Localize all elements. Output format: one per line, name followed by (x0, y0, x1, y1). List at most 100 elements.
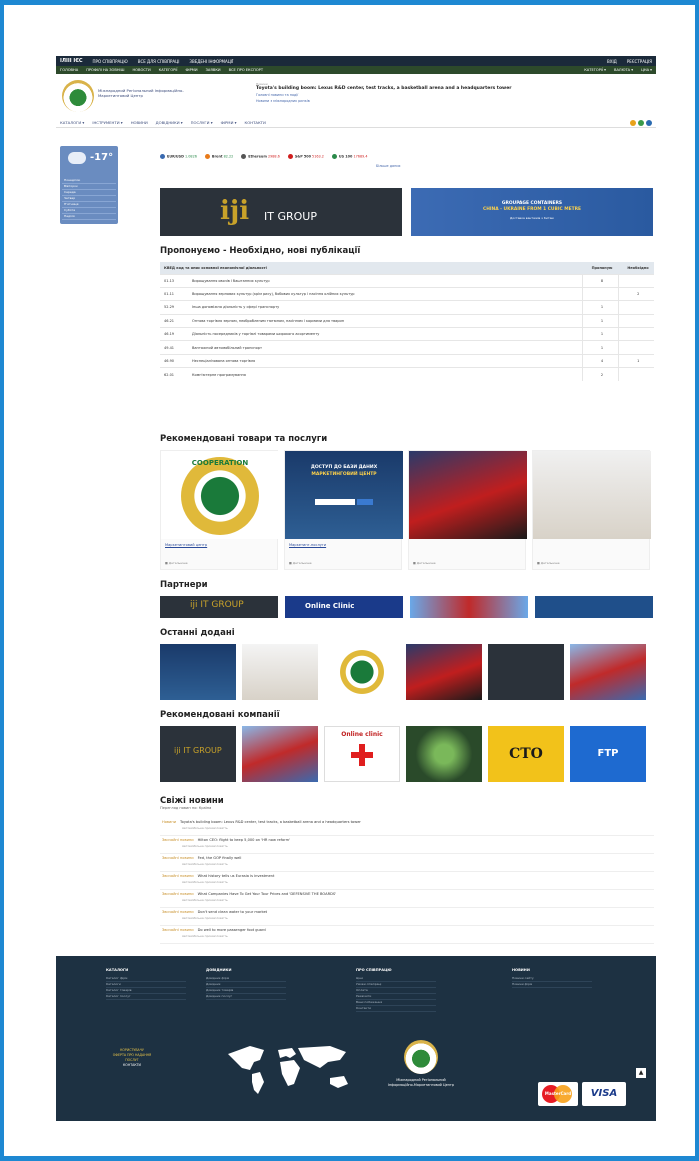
product-card[interactable]: ■ Детальніше (408, 450, 527, 570)
table-row[interactable]: 46.21 Оптова торгівля зерном, необроблени… (160, 313, 654, 328)
menu-item[interactable]: НОВОСТИ (132, 68, 150, 72)
topbar-link[interactable]: ПРО СПІВПРАЦЮ (93, 59, 128, 64)
login-link[interactable]: ВХІД (607, 59, 617, 64)
table-row[interactable]: 46.90 Неспеціалізована оптова торгівля 4 1 (160, 353, 654, 368)
company-logo[interactable]: iji IT GROUP (160, 726, 236, 782)
nav-item[interactable]: КОНТАКТИ (245, 120, 266, 125)
latest-thumb[interactable] (488, 644, 564, 700)
latest-thumb[interactable] (570, 644, 646, 700)
footer-org-name: Міжнародний Регіональний Інформаційно-Ма… (387, 1078, 455, 1087)
menu-item[interactable]: ГОЛОВНА (60, 68, 78, 72)
menu-item[interactable]: КАТЕГОРІЇ (159, 68, 178, 72)
ticker-item[interactable]: Brent 82.22 (204, 153, 233, 159)
news-item[interactable]: Звичайні новини Do well to more passenger… (160, 926, 654, 944)
header-news-sub[interactable]: Головні новини та події (256, 93, 596, 97)
weather-forecast: Понеділок Вівторок Середа Четвер П'ятниц… (62, 178, 116, 220)
menu-item[interactable]: ЗАЯВКИ (206, 68, 221, 72)
latest-thumb[interactable] (406, 644, 482, 700)
company-logo[interactable] (242, 726, 318, 782)
footer-link[interactable]: Каталог послуг (106, 994, 186, 1000)
news-filter[interactable]: Перегляд новин по: Країна (160, 806, 211, 810)
latest-thumb[interactable] (324, 644, 400, 700)
footer-link[interactable]: Довідник послуг (206, 994, 286, 1000)
ticker-item[interactable]: EUR/USD 1.0826 (160, 153, 197, 159)
header-news-sub[interactable]: Новини з міжнародних ринків (256, 99, 596, 103)
banner-groupage[interactable]: GROUPAGE CONTAINERS CHINA - UKRAINE FROM… (411, 188, 653, 236)
footer-column: ДОВІДНИКИ Довідник фірм Довідник Довідни… (206, 968, 286, 1000)
product-card[interactable]: ДОСТУП ДО БАЗИ ДАНИХ МАРКЕТИНГОВИЙ ЦЕНТР… (284, 450, 403, 570)
news-item[interactable]: Звичайні новини Hilton CEO: flight to kee… (160, 836, 654, 854)
news-item[interactable]: Звичайні новини Fed, the GOP finally well… (160, 854, 654, 872)
company-logo[interactable] (406, 726, 482, 782)
table-row[interactable]: 49.41 Вантажний автомобільний транспорт 1 (160, 340, 654, 355)
partner-banner[interactable]: Online Clinic (285, 596, 403, 618)
product-caption[interactable]: Маркетинг-послуги (289, 543, 326, 547)
weather-widget: -17° Понеділок Вівторок Середа Четвер П'… (60, 146, 118, 224)
company-logo[interactable]: Online clinic (324, 726, 400, 782)
partner-banner[interactable] (535, 596, 653, 618)
menu-item[interactable]: ФІРМИ (185, 68, 197, 72)
footer-column: КАТАЛОГИ Каталог фірм Каталоги Каталог т… (106, 968, 186, 1000)
table-header: Необхідно (618, 262, 654, 274)
topbar-link[interactable]: ЗВЕДЕНІ ІНФОРМАЦІЇ (189, 59, 233, 64)
nav-item[interactable]: ФІРМИ ▾ (221, 120, 237, 125)
latest-thumb[interactable] (242, 644, 318, 700)
table-row[interactable]: 46.19 Діяльність посередників у торгівлі … (160, 327, 654, 341)
footer-info-link[interactable]: КОНТАКТИ (104, 1063, 160, 1068)
banner-line: GROUPAGE CONTAINERS (501, 201, 563, 206)
footer-info: КОРИСТУВАЧУ ОФЕРТА ПРО НАДАННЯ ПОСЛУГ КО… (104, 1048, 160, 1068)
table-row[interactable]: 01.13 Вирощування овочів і баштанних куль… (160, 273, 654, 288)
news-item[interactable]: Звичайні новини What Companies Have To Ge… (160, 890, 654, 908)
footer-link[interactable]: Новини фірм (512, 982, 592, 988)
table-header-row: КВЕД код та опис основної економічної ді… (160, 262, 654, 274)
menu-dropdown[interactable]: ВАЛЮТА ▾ (614, 68, 633, 72)
ticker-more-link[interactable]: Більше даних (376, 164, 401, 168)
menu-item[interactable]: ПРОФІЛІ НА ЗОВНІШ (86, 68, 124, 72)
news-item[interactable]: Звичайні новини Don't send clean water to… (160, 908, 654, 926)
product-card[interactable]: COOPERATION Маркетинговий центр ■ Деталь… (160, 450, 279, 570)
nav-item[interactable]: ПОСЛУГИ ▾ (191, 120, 213, 125)
news-item[interactable]: Новини Toyota's building boom: Lexus R&D … (160, 818, 654, 836)
nav-item[interactable]: ІНСТРУМЕНТИ ▾ (92, 120, 122, 125)
topbar-link[interactable]: ВСЕ ДЛЯ СПІВПРАЦІ (138, 59, 180, 64)
ticker-item[interactable]: US 100 17689.4 (331, 153, 368, 159)
register-link[interactable]: РЕЄСТРАЦІЯ (627, 59, 652, 64)
scroll-top-button[interactable]: ▲ (636, 1068, 646, 1078)
social-icon[interactable] (638, 120, 644, 126)
nav-item[interactable]: КАТАЛОГИ ▾ (60, 120, 84, 125)
company-logo[interactable]: CTO (488, 726, 564, 782)
table-header: Пропоную (582, 262, 618, 274)
product-caption[interactable]: Маркетинговий центр (165, 543, 207, 547)
footer-org-logo[interactable] (404, 1040, 438, 1074)
footer-link[interactable]: Контакти (356, 1006, 436, 1012)
menu-dropdown[interactable]: ЦНА ▾ (641, 68, 652, 72)
section-title-latest: Останні додані (160, 628, 235, 638)
org-logo[interactable] (62, 80, 94, 112)
nav-item[interactable]: ДОВІДНИКИ ▾ (156, 120, 183, 125)
social-icons (630, 120, 652, 126)
company-logo[interactable]: FTP (570, 726, 646, 782)
header-news-title[interactable]: Toyota's building boom: Lexus R&D center… (256, 86, 511, 91)
site-logo-text[interactable]: ІЛІІІ ІЄС (60, 58, 83, 64)
banner-it-group[interactable]: iji IT GROUP (160, 188, 402, 236)
social-icon[interactable] (630, 120, 636, 126)
partner-banner[interactable]: iji IT GROUP (160, 596, 278, 618)
partner-banner[interactable] (410, 596, 528, 618)
company-name: Online clinic (341, 731, 383, 738)
table-row[interactable]: 01.11 Вирощування зернових культур (крім … (160, 286, 654, 301)
ticker-item[interactable]: S&P 500 5163.2 (287, 153, 324, 159)
menu-item[interactable]: ВСЕ ПРО ЕКСПОРТ (229, 68, 263, 72)
news-item[interactable]: Звичайні новини What history tells us Eur… (160, 872, 654, 890)
table-row[interactable]: 62.01 Комп'ютерне програмування 2 (160, 367, 654, 382)
menu-dropdown[interactable]: КАТЕГОРІЇ ▾ (584, 68, 606, 72)
latest-thumb[interactable] (160, 644, 236, 700)
site-footer: КАТАЛОГИ Каталог фірм Каталоги Каталог т… (56, 956, 656, 1121)
section-title-publications: Пропонуємо - Необхідно, нові публікації (160, 246, 361, 256)
table-row[interactable]: 52.29 Інша допоміжна діяльність у сфері т… (160, 300, 654, 315)
currency-icon (160, 153, 165, 159)
section-title-news: Свіжі новини (160, 796, 224, 806)
ticker-item[interactable]: Ethereum 2988.6 (241, 153, 280, 159)
social-icon[interactable] (646, 120, 652, 126)
nav-item[interactable]: НОВИНИ (131, 120, 148, 125)
product-card[interactable]: ■ Детальніше (532, 450, 651, 570)
